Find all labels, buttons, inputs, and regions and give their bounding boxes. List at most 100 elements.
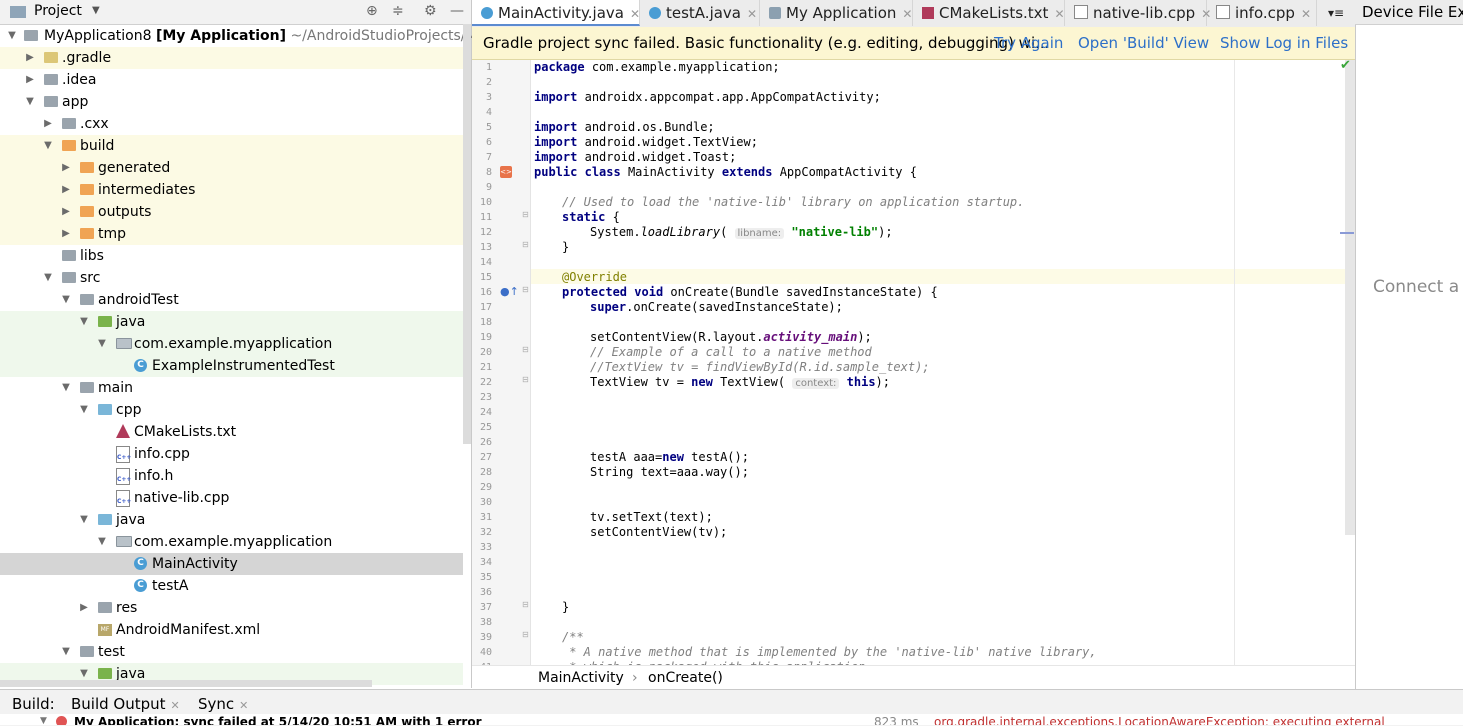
open-build-view-link[interactable]: Open 'Build' View [1078, 27, 1209, 59]
tab-label: testA.java [666, 4, 741, 22]
chevron-down-icon[interactable]: ▼ [60, 641, 72, 663]
fold-icon[interactable]: ⊟ [522, 285, 529, 294]
chevron-down-icon[interactable]: ▼ [6, 25, 18, 47]
tree-item-src[interactable]: ▼ src [0, 267, 463, 289]
close-icon[interactable]: ✕ [747, 7, 757, 21]
tree-item-cxx[interactable]: ▶ .cxx [0, 113, 463, 135]
locate-icon[interactable]: ⊕ [366, 3, 378, 19]
tab-native-lib-cpp[interactable]: native-lib.cpp ✕ [1065, 0, 1211, 26]
close-icon[interactable]: ✕ [1054, 7, 1064, 21]
close-icon[interactable]: ✕ [630, 7, 640, 21]
tree-item-idea[interactable]: ▶ .idea [0, 69, 463, 91]
tree-item-androidmanifest[interactable]: MF AndroidManifest.xml [0, 619, 463, 641]
android-class-icon[interactable]: <> [500, 166, 512, 178]
tree-item-res[interactable]: ▶ res [0, 597, 463, 619]
close-icon[interactable]: ✕ [902, 7, 912, 21]
tree-item-outputs[interactable]: ▶ outputs [0, 201, 463, 223]
fold-icon[interactable]: ⊟ [522, 375, 529, 384]
fold-icon[interactable]: ⊟ [522, 345, 529, 354]
tree-item-main-java[interactable]: ▼ java [0, 509, 463, 531]
tree-item-cpp[interactable]: ▼ cpp [0, 399, 463, 421]
tree-item-cmakelists[interactable]: CMakeLists.txt [0, 421, 463, 443]
chevron-right-icon[interactable]: ▶ [78, 597, 90, 619]
chevron-right-icon[interactable]: ▶ [24, 69, 36, 91]
tree-item-androidtest-java[interactable]: ▼ java [0, 311, 463, 333]
tree-item-generated[interactable]: ▶ generated [0, 157, 463, 179]
tree-item-root[interactable]: ▼ MyApplication8 [My Application] ~/Andr… [0, 25, 486, 47]
chevron-down-icon[interactable]: ▼ [96, 531, 108, 553]
chevron-down-icon[interactable]: ▼ [40, 716, 47, 725]
fold-icon[interactable]: ⊟ [522, 630, 529, 639]
chevron-right-icon[interactable]: ▶ [24, 47, 36, 69]
tree-item-gradle[interactable]: ▶ .gradle [0, 47, 463, 69]
tree-item-main[interactable]: ▼ main [0, 377, 463, 399]
chevron-down-icon[interactable]: ▼ [92, 5, 100, 16]
chevron-down-icon[interactable]: ▼ [78, 509, 90, 531]
tab-mainactivity-java[interactable]: MainActivity.java ✕ [472, 0, 640, 26]
minimize-icon[interactable]: — [450, 3, 464, 19]
build-panel-label: Build: [12, 695, 55, 713]
tab-build-output[interactable]: Build Output ✕ [71, 695, 180, 713]
collapse-all-icon[interactable]: ≑ [392, 3, 404, 19]
chevron-down-icon[interactable]: ▼ [42, 267, 54, 289]
tree-item-main-package[interactable]: ▼ com.example.myapplication [0, 531, 463, 553]
chevron-right-icon[interactable]: ▶ [60, 179, 72, 201]
close-icon[interactable]: ✕ [1301, 7, 1311, 21]
fold-icon[interactable]: ⊟ [522, 600, 529, 609]
tree-item-build[interactable]: ▼ build [0, 135, 463, 157]
chevron-right-icon[interactable]: ▶ [60, 157, 72, 179]
code-line-37: } [562, 600, 570, 614]
chevron-down-icon[interactable]: ▼ [24, 91, 36, 113]
line-number: 26 [479, 437, 492, 448]
chevron-down-icon[interactable]: ▼ [96, 333, 108, 355]
chevron-down-icon[interactable]: ▼ [78, 399, 90, 421]
tree-item-exampleinstrumentedtest[interactable]: C ExampleInstrumentedTest [0, 355, 463, 377]
tree-item-label: outputs [98, 204, 152, 220]
tree-item-mainactivity[interactable]: C MainActivity [0, 553, 463, 575]
tree-item-app[interactable]: ▼ app [0, 91, 463, 113]
breadcrumb-file[interactable]: MainActivity [538, 666, 624, 690]
chevron-right-icon[interactable]: ▶ [60, 201, 72, 223]
tree-item-native-lib-cpp[interactable]: C++ native-lib.cpp [0, 487, 463, 509]
tree-item-info-cpp[interactable]: C++ info.cpp [0, 443, 463, 465]
tab-overflow-menu-icon[interactable]: ▾≡ [1317, 0, 1355, 26]
tab-cmakelists[interactable]: CMakeLists.txt ✕ [913, 0, 1065, 26]
tree-item-intermediates[interactable]: ▶ intermediates [0, 179, 463, 201]
fold-icon[interactable]: ⊟ [522, 210, 529, 219]
cpp-file-icon: C++ [116, 490, 131, 507]
chevron-down-icon[interactable]: ▼ [78, 311, 90, 333]
tab-my-application[interactable]: My Application ✕ [760, 0, 913, 26]
show-log-link[interactable]: Show Log in Files [1220, 27, 1348, 59]
close-icon[interactable]: ✕ [239, 699, 248, 712]
right-margin-guide [1234, 60, 1235, 665]
project-horizontal-scrollbar[interactable] [0, 680, 372, 687]
device-file-explorer-title[interactable]: Device File Exp [1355, 0, 1463, 25]
editor-vertical-scrollbar[interactable] [1345, 60, 1355, 535]
project-panel-title[interactable]: Project [34, 3, 82, 19]
project-vertical-scrollbar[interactable] [463, 24, 471, 444]
tree-item-androidtest-package[interactable]: ▼ com.example.myapplication [0, 333, 463, 355]
chevron-down-icon[interactable]: ▼ [60, 289, 72, 311]
tree-item-tmp[interactable]: ▶ tmp [0, 223, 463, 245]
tree-item-info-h[interactable]: C++ info.h [0, 465, 463, 487]
tree-item-libs[interactable]: libs [0, 245, 463, 267]
gear-icon[interactable]: ⚙ [424, 3, 437, 19]
try-again-link[interactable]: Try Again [994, 27, 1063, 59]
fold-icon[interactable]: ⊟ [522, 240, 529, 249]
tree-item-androidtest[interactable]: ▼ androidTest [0, 289, 463, 311]
override-icon[interactable]: ●↑ [500, 285, 519, 298]
chevron-right-icon[interactable]: ▶ [42, 113, 54, 135]
chevron-down-icon[interactable]: ▼ [60, 377, 72, 399]
tree-item-testa[interactable]: C testA [0, 575, 463, 597]
chevron-down-icon[interactable]: ▼ [42, 135, 54, 157]
tree-item-test[interactable]: ▼ test [0, 641, 463, 663]
breadcrumb-method[interactable]: onCreate() [648, 666, 723, 690]
tab-info-cpp[interactable]: info.cpp ✕ [1207, 0, 1317, 26]
tab-sync[interactable]: Sync ✕ [198, 695, 248, 713]
chevron-right-icon[interactable]: ▶ [60, 223, 72, 245]
tab-testa-java[interactable]: testA.java ✕ [640, 0, 760, 26]
close-icon[interactable]: ✕ [171, 699, 180, 712]
build-result-row[interactable]: ▼ My Application: sync failed at 5/14/20… [0, 714, 1463, 725]
code-line-1: package com.example.myapplication; [534, 60, 780, 74]
exception-link[interactable]: org.gradle.internal.exceptions.LocationA… [934, 715, 1385, 725]
